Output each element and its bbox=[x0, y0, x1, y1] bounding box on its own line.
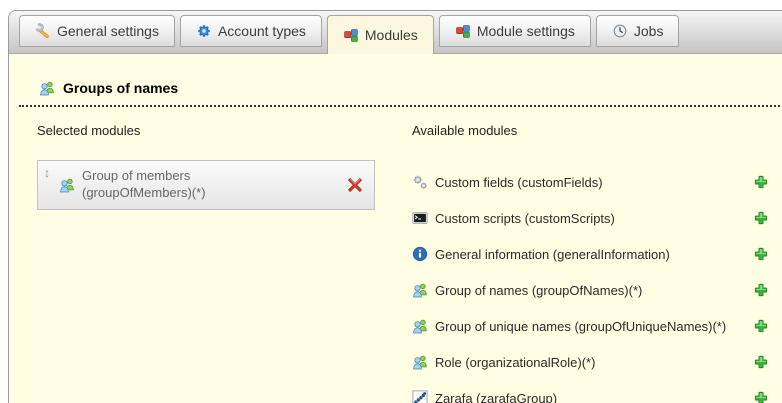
wrench-icon bbox=[35, 23, 51, 39]
gear-icon bbox=[196, 23, 212, 39]
available-module-row: Role (organizationalRole)(*) bbox=[412, 344, 768, 380]
module-icon bbox=[412, 174, 428, 190]
selected-module-item[interactable]: ↕ Group of members (groupOfMembers)(*) bbox=[37, 160, 375, 210]
module-icon bbox=[412, 318, 428, 334]
add-icon bbox=[754, 283, 770, 299]
tab-label: Jobs bbox=[634, 23, 664, 39]
group-icon bbox=[412, 282, 428, 298]
available-modules-label: Available modules bbox=[412, 123, 782, 138]
available-module-label: General information (generalInformation) bbox=[435, 247, 747, 262]
selected-modules-label: Selected modules bbox=[37, 123, 412, 138]
tab-bar: General settings Account types Modules M… bbox=[9, 11, 782, 54]
available-module-row: Zarafa (zarafaGroup) bbox=[412, 380, 768, 403]
module-icon bbox=[412, 282, 428, 298]
add-icon bbox=[754, 247, 770, 263]
module-icon bbox=[412, 246, 428, 262]
available-module-row: General information (generalInformation) bbox=[412, 236, 768, 272]
add-module-button[interactable] bbox=[754, 319, 768, 333]
tab-modules[interactable]: Modules bbox=[327, 15, 434, 54]
selected-modules-list: ↕ Group of members (groupOfMembers)(*) bbox=[37, 160, 412, 210]
tab-label: Account types bbox=[218, 23, 306, 39]
zarafa-icon bbox=[412, 390, 428, 403]
terminal-icon bbox=[412, 210, 428, 226]
tab-account-types[interactable]: Account types bbox=[180, 15, 322, 47]
modules-tab-content: Groups of names Selected modules ↕ Group… bbox=[9, 54, 782, 403]
add-icon bbox=[754, 319, 770, 335]
remove-module-button[interactable] bbox=[347, 177, 363, 193]
available-module-row: Group of unique names (groupOfUniqueName… bbox=[412, 308, 768, 344]
clock-icon bbox=[612, 23, 628, 39]
selected-modules-column: Selected modules ↕ Group of members (gro… bbox=[37, 123, 412, 403]
settings-panel: General settings Account types Modules M… bbox=[8, 10, 782, 403]
group-icon bbox=[412, 354, 428, 370]
drag-handle-icon[interactable]: ↕ bbox=[44, 167, 57, 179]
add-icon bbox=[754, 391, 770, 403]
available-module-label: Zarafa (zarafaGroup) bbox=[435, 391, 747, 403]
page-title: Groups of names bbox=[63, 80, 178, 96]
heading-icon bbox=[39, 80, 55, 96]
module-icon bbox=[59, 177, 75, 193]
add-icon bbox=[754, 355, 770, 371]
available-module-row: Group of names (groupOfNames)(*) bbox=[412, 272, 768, 308]
blocks-icon bbox=[455, 23, 471, 39]
module-icon bbox=[412, 354, 428, 370]
tab-general-settings[interactable]: General settings bbox=[19, 15, 175, 47]
tab-icon bbox=[35, 23, 51, 39]
module-icon bbox=[412, 210, 428, 226]
blocks-icon bbox=[343, 27, 359, 43]
group-icon bbox=[59, 177, 75, 193]
page-heading: Groups of names bbox=[39, 80, 782, 105]
add-icon bbox=[754, 211, 770, 227]
available-module-row: Custom scripts (customScripts) bbox=[412, 200, 768, 236]
add-module-button[interactable] bbox=[754, 283, 768, 297]
available-module-label: Group of unique names (groupOfUniqueName… bbox=[435, 319, 747, 334]
available-module-label: Role (organizationalRole)(*) bbox=[435, 355, 747, 370]
available-module-row: Custom fields (customFields) bbox=[412, 164, 768, 200]
info-icon bbox=[412, 246, 428, 262]
tab-icon bbox=[343, 27, 359, 43]
add-module-button[interactable] bbox=[754, 355, 768, 369]
tab-icon bbox=[612, 23, 628, 39]
tab-module-settings[interactable]: Module settings bbox=[439, 15, 591, 47]
section-divider bbox=[19, 105, 782, 107]
available-module-label: Custom scripts (customScripts) bbox=[435, 211, 747, 226]
available-modules-list: Custom fields (customFields) Custom scri… bbox=[412, 164, 782, 403]
add-icon bbox=[754, 175, 770, 191]
tab-jobs[interactable]: Jobs bbox=[596, 15, 680, 47]
available-modules-column: Available modules Custom fields (customF… bbox=[412, 123, 782, 403]
available-module-label: Custom fields (customFields) bbox=[435, 175, 747, 190]
selected-module-label: Group of members (groupOfMembers)(*) bbox=[82, 168, 272, 202]
tab-label: Module settings bbox=[477, 23, 575, 39]
group-icon bbox=[39, 80, 55, 96]
screen: General settings Account types Modules M… bbox=[0, 0, 782, 403]
tab-label: Modules bbox=[365, 27, 418, 43]
gears-icon bbox=[412, 174, 428, 190]
add-module-button[interactable] bbox=[754, 175, 768, 189]
modules-columns: Selected modules ↕ Group of members (gro… bbox=[37, 123, 782, 403]
tab-icon bbox=[455, 23, 471, 39]
module-icon bbox=[412, 390, 428, 403]
delete-icon bbox=[347, 177, 363, 193]
available-module-label: Group of names (groupOfNames)(*) bbox=[435, 283, 747, 298]
tab-icon bbox=[196, 23, 212, 39]
add-module-button[interactable] bbox=[754, 391, 768, 403]
add-module-button[interactable] bbox=[754, 247, 768, 261]
group-icon bbox=[412, 318, 428, 334]
add-module-button[interactable] bbox=[754, 211, 768, 225]
tab-label: General settings bbox=[57, 23, 159, 39]
